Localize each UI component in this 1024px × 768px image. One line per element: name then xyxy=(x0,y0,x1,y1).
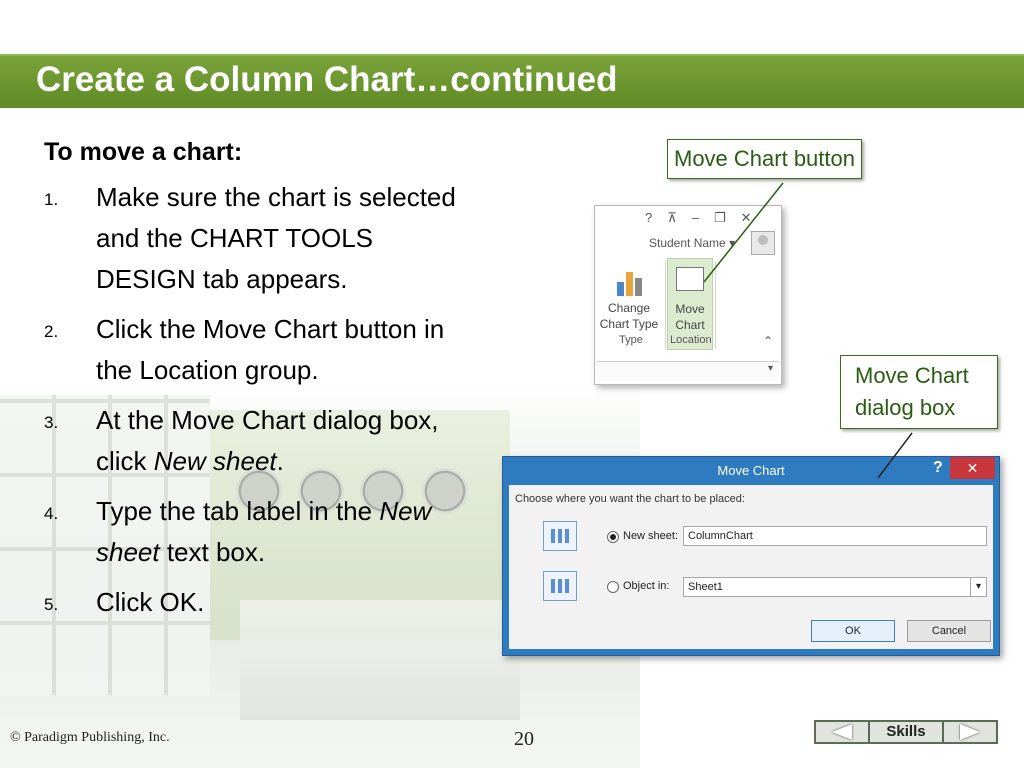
dialog-body: Choose where you want the chart to be pl… xyxy=(509,485,993,649)
object-in-icon xyxy=(543,571,577,601)
slide-title: Create a Column Chart…continued xyxy=(36,60,618,99)
next-button[interactable] xyxy=(942,720,998,744)
help-icon[interactable]: ? xyxy=(933,459,943,477)
callout-move-chart-button: Move Chart button xyxy=(667,139,862,179)
step-item: 2. Click the Move Chart button in the Lo… xyxy=(44,309,464,391)
minimize-icon[interactable]: – xyxy=(692,210,699,226)
step-item: 1. Make sure the chart is selected and t… xyxy=(44,177,464,300)
step-text: Click OK. xyxy=(96,587,205,617)
step-number: 4. xyxy=(44,504,59,523)
callout-text: Move Chart xyxy=(855,363,969,388)
object-in-select[interactable]: Sheet1 ▾ xyxy=(683,577,987,597)
callout-move-chart-dialog: Move Chart dialog box xyxy=(840,355,998,429)
step-number: 1. xyxy=(44,190,59,209)
new-sheet-radio[interactable] xyxy=(607,531,619,543)
instructions: To move a chart: 1. Make sure the chart … xyxy=(44,138,464,632)
ok-button[interactable]: OK xyxy=(811,620,895,642)
step-text: Make sure the chart is selected and the … xyxy=(96,182,456,294)
ribbon-display-options-icon[interactable]: ⊼ xyxy=(667,210,677,226)
copyright: © Paradigm Publishing, Inc. xyxy=(10,730,170,745)
group-label-type: Type xyxy=(619,334,643,346)
user-name-text: Student Name xyxy=(649,236,726,250)
cancel-button[interactable]: Cancel xyxy=(907,620,991,642)
help-icon[interactable]: ? xyxy=(645,210,652,226)
step-number: 3. xyxy=(44,413,59,432)
skills-button[interactable]: Skills xyxy=(870,720,942,744)
object-in-value: Sheet1 xyxy=(688,581,723,593)
column-chart-icon xyxy=(615,268,645,296)
object-in-label: Object in: xyxy=(623,580,670,592)
close-button[interactable]: ✕ xyxy=(950,457,995,479)
ribbon-screenshot: ? ⊼ – ❐ ✕ Student Name ▾ Change Chart Ty… xyxy=(594,205,782,385)
new-sheet-input[interactable]: ColumnChart xyxy=(683,526,987,546)
instructions-heading: To move a chart: xyxy=(44,138,243,166)
dialog-title: Move Chart xyxy=(717,463,785,478)
collapse-ribbon-icon[interactable]: ⌃ xyxy=(763,334,773,348)
slide-navigation: Skills xyxy=(814,720,998,744)
previous-button[interactable] xyxy=(814,720,870,744)
step-emphasis: New sheet xyxy=(153,446,277,476)
group-divider xyxy=(665,261,666,349)
restore-icon[interactable]: ❐ xyxy=(714,210,726,226)
new-sheet-label: New sheet: xyxy=(623,530,679,542)
user-name[interactable]: Student Name ▾ xyxy=(649,236,735,250)
move-chart-icon xyxy=(676,267,704,291)
avatar[interactable] xyxy=(751,231,775,255)
step-item: 3. At the Move Chart dialog box, click N… xyxy=(44,400,464,482)
step-number: 2. xyxy=(44,322,59,341)
chevron-down-icon[interactable]: ▾ xyxy=(970,578,986,596)
step-number: 5. xyxy=(44,595,59,614)
button-label: Move xyxy=(675,302,705,316)
callout-text: dialog box xyxy=(855,395,956,420)
steps-list: 1. Make sure the chart is selected and t… xyxy=(44,177,464,623)
window-controls: ? ⊼ – ❐ ✕ xyxy=(645,210,752,226)
group-label-location: Location xyxy=(670,334,712,346)
page-number: 20 xyxy=(514,728,534,750)
button-label: Change xyxy=(607,301,651,315)
arrow-left-icon xyxy=(832,724,852,740)
step-text-end: text box. xyxy=(159,537,266,567)
chevron-down-icon: ▾ xyxy=(729,236,736,250)
button-label: Chart xyxy=(675,318,705,332)
step-text-end: . xyxy=(276,446,284,476)
dialog-prompt: Choose where you want the chart to be pl… xyxy=(515,493,745,505)
chevron-down-icon[interactable]: ▾ xyxy=(768,363,773,374)
arrow-right-icon xyxy=(960,724,980,740)
formula-bar[interactable]: ▾ xyxy=(597,361,779,381)
object-in-radio[interactable] xyxy=(607,581,619,593)
close-icon[interactable]: ✕ xyxy=(741,210,752,226)
step-item: 4. Type the tab label in the New sheet t… xyxy=(44,491,464,573)
callout-text: Move Chart button xyxy=(674,146,855,171)
new-sheet-icon xyxy=(543,521,577,551)
group-divider xyxy=(715,261,716,349)
button-label: Chart Type xyxy=(599,317,659,331)
step-text: Click the Move Chart button in the Locat… xyxy=(96,314,445,385)
move-chart-dialog: Move Chart ? ✕ Choose where you want the… xyxy=(502,456,1000,656)
step-text: Type the tab label in the xyxy=(96,496,380,526)
slide-title-bar: Create a Column Chart…continued xyxy=(0,54,1024,108)
step-item: 5. Click OK. xyxy=(44,582,464,623)
